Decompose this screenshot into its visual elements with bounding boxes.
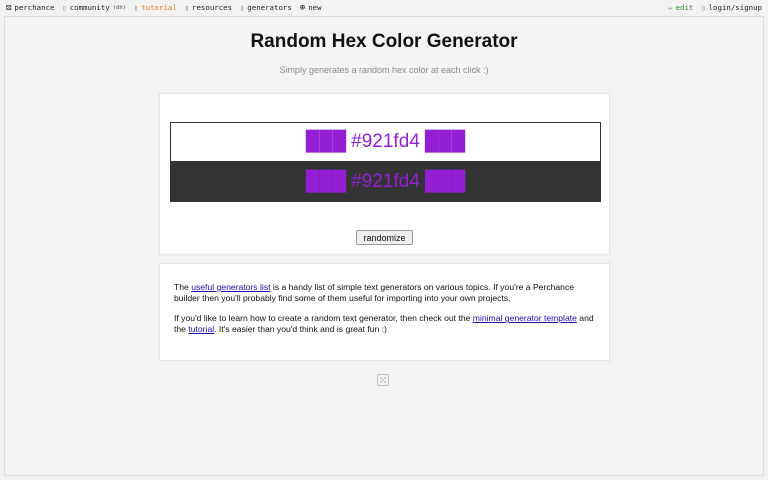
nav-new[interactable]: ⊕ new — [300, 0, 322, 16]
color-row-dark: ███ #921fd4 ███ — [171, 162, 600, 201]
nav-new-label: new — [308, 3, 322, 12]
info-card: The useful generators list is a handy li… — [159, 263, 610, 361]
color-swatch-left: ███ — [305, 131, 347, 152]
resources-icon: ▯ — [184, 4, 190, 12]
hex-value-dark: #921fd4 — [351, 170, 420, 192]
info-p2-after: . It's easier than you'd think and is gr… — [214, 323, 388, 334]
nav-tutorial[interactable]: ▯ tutorial — [134, 0, 177, 16]
generator-frame: Random Hex Color Generator Simply genera… — [4, 16, 764, 476]
nav-resources[interactable]: ▯ resources — [185, 0, 232, 16]
nav-generators-label: generators — [247, 3, 292, 12]
minimal-template-link[interactable]: minimal generator template — [473, 313, 577, 323]
page-title: Random Hex Color Generator — [250, 31, 518, 52]
nav-perchance-label: perchance — [14, 3, 55, 12]
nav-edit-label: edit — [675, 3, 694, 12]
nav-login-label: login/signup — [708, 3, 762, 12]
nav-perchance[interactable]: ⚄ perchance — [6, 0, 54, 16]
tutorial-link[interactable]: tutorial — [188, 324, 214, 334]
color-swatch-right: ███ — [424, 131, 466, 152]
color-preview: ███ #921fd4 ███ ███ #921fd4 ███ — [170, 122, 601, 202]
randomize-button[interactable]: randomize — [356, 230, 413, 245]
chat-icon: ▯ — [62, 4, 67, 12]
pencil-icon: ✏ — [668, 4, 673, 12]
nav-right: ✏ edit ▯ login/signup — [668, 0, 762, 16]
dice-icon-footer[interactable] — [377, 374, 389, 386]
user-icon: ▯ — [701, 4, 706, 12]
info-paragraph-1: The useful generators list is a handy li… — [174, 282, 594, 303]
top-nav: ⚄ perchance ▯ community (dh) ▯ tutorial … — [0, 0, 768, 16]
nav-generators[interactable]: ▯ generators — [240, 0, 292, 16]
nav-login[interactable]: ▯ login/signup — [701, 0, 762, 16]
color-swatch-left-dark: ███ — [305, 170, 347, 192]
nav-community-label: community — [69, 3, 110, 12]
nav-community[interactable]: ▯ community (dh) — [62, 0, 126, 16]
info-paragraph-2: If you'd like to learn how to create a r… — [174, 313, 594, 334]
info-p2-before: If you'd like to learn how to create a r… — [174, 313, 473, 324]
useful-generators-link[interactable]: useful generators list — [191, 282, 270, 292]
nav-edit[interactable]: ✏ edit — [668, 0, 693, 16]
nav-left: ⚄ perchance ▯ community (dh) ▯ tutorial … — [6, 0, 330, 16]
plus-circle-icon: ⊕ — [299, 2, 306, 13]
hex-value-light: #921fd4 — [351, 131, 420, 152]
color-swatch-right-dark: ███ — [424, 170, 466, 192]
info-p1-before: The — [174, 282, 192, 292]
generator-card: ███ #921fd4 ███ ███ #921fd4 ███ randomiz… — [159, 93, 610, 255]
dice-icon: ⚄ — [6, 2, 12, 13]
nav-community-tag: (dh) — [112, 5, 126, 11]
nav-resources-label: resources — [192, 3, 233, 12]
color-row-light: ███ #921fd4 ███ — [171, 123, 600, 162]
generators-icon: ▯ — [240, 4, 245, 12]
book-icon: ▯ — [133, 4, 139, 12]
page-subtitle: Simply generates a random hex color at e… — [279, 65, 489, 75]
info-text: The useful generators list is a handy li… — [174, 282, 594, 344]
nav-tutorial-label: tutorial — [141, 3, 177, 12]
